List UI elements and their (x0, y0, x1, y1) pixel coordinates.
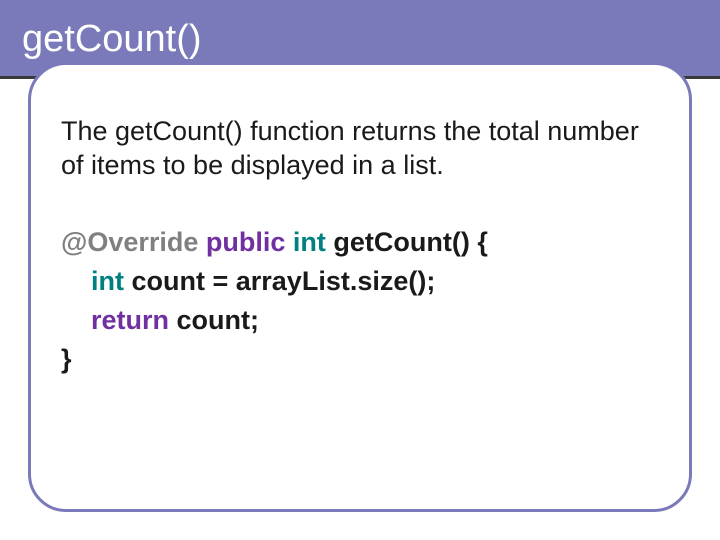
code-line-1: @Override public int getCount() { (61, 223, 659, 262)
code-rest-3: count; (169, 305, 259, 335)
code-block: @Override public int getCount() { int co… (61, 223, 659, 380)
code-rest-1: getCount() { (326, 227, 488, 257)
code-line-4: } (61, 340, 659, 379)
code-line-3: return count; (61, 301, 659, 340)
keyword-public: public (206, 227, 286, 257)
keyword-int-2: int (91, 266, 124, 296)
description-text: The getCount() function returns the tota… (61, 115, 659, 183)
keyword-return: return (91, 305, 169, 335)
code-brace: } (61, 344, 72, 374)
code-rest-2: count = arrayList.size(); (124, 266, 435, 296)
code-line-2: int count = arrayList.size(); (61, 262, 659, 301)
annotation-token: @Override (61, 227, 198, 257)
content-box: The getCount() function returns the tota… (28, 62, 692, 512)
keyword-int: int (293, 227, 326, 257)
page-title: getCount() (22, 18, 202, 61)
